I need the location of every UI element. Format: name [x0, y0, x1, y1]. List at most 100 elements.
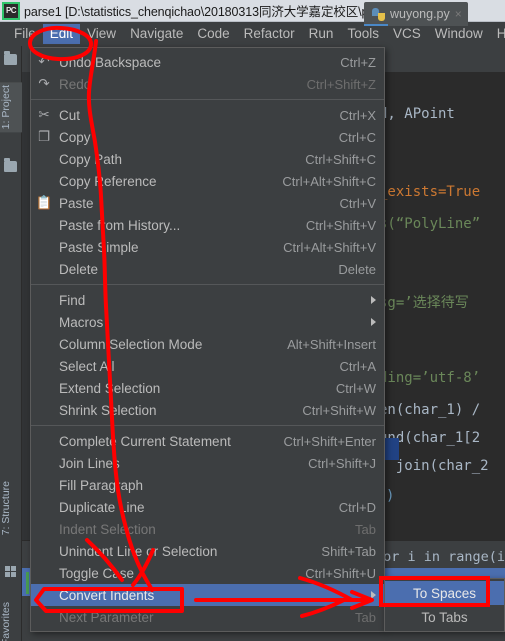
menubar-item-window[interactable]: Window	[428, 24, 490, 44]
menu-item-convert-indents[interactable]: Convert Indents	[31, 584, 384, 606]
menu-item-icon-none	[31, 355, 57, 377]
menu-item-copy-reference[interactable]: Copy Reference Ctrl+Alt+Shift+C	[31, 170, 384, 192]
menu-item-label: Find	[59, 292, 86, 308]
menu-item-join-lines[interactable]: Join Lines Ctrl+Shift+J	[31, 452, 384, 474]
vcs-change-marker	[26, 572, 29, 594]
menubar-item-code[interactable]: Code	[190, 24, 236, 44]
code-line: _exists=True	[379, 184, 481, 200]
menu-item-icon-none	[31, 540, 57, 562]
menu-item-duplicate-line[interactable]: Duplicate Line Ctrl+D	[31, 496, 384, 518]
left-tool-strip: 1: Project 7: Structure Favorites	[0, 46, 22, 641]
menu-item-copy[interactable]: ❐ Copy Ctrl+C	[31, 126, 384, 148]
code-line: d, APoint	[379, 106, 455, 122]
menu-item-find[interactable]: Find	[31, 289, 384, 311]
menubar-item-label: Run	[308, 26, 334, 41]
menubar-item-view[interactable]: View	[80, 24, 123, 44]
menu-item-shortcut: Ctrl+Shift+J	[308, 455, 376, 471]
menu-separator	[31, 284, 384, 285]
menu-item-cut[interactable]: ✂ Cut Ctrl+X	[31, 104, 384, 126]
menu-item-next-parameter[interactable]: Next Parameter Tab	[31, 606, 384, 628]
menu-item-icon-none	[31, 606, 57, 628]
menu-item-icon-none	[31, 430, 57, 452]
menu-item-paste[interactable]: 📋 Paste Ctrl+V	[31, 192, 384, 214]
menu-item-icon-none	[31, 399, 57, 421]
menu-item-toggle-case[interactable]: Toggle Case Ctrl+Shift+U	[31, 562, 384, 584]
menu-item-label: Select All	[59, 358, 115, 374]
menu-item-fill-paragraph[interactable]: Fill Paragraph	[31, 474, 384, 496]
structure-icon	[5, 566, 18, 577]
menu-item-icon-none	[31, 289, 57, 311]
menu-item-paste-from-history[interactable]: Paste from History... Ctrl+Shift+V	[31, 214, 384, 236]
menu-item-label: Shrink Selection	[59, 402, 157, 418]
close-icon[interactable]: ×	[455, 7, 462, 21]
folder-icon	[4, 158, 17, 172]
menu-item-shortcut: Ctrl+Shift+V	[305, 217, 376, 233]
menubar-item-edit[interactable]: Edit	[42, 24, 81, 44]
menu-item-label: Copy Reference	[59, 173, 157, 189]
menu-item-icon-none	[31, 311, 57, 333]
menu-item-label: Copy	[59, 129, 91, 145]
code-line: s(“PolyLine”	[379, 216, 481, 232]
menu-item-redo[interactable]: ↷ Redo Ctrl+Shift+Z	[31, 73, 384, 95]
menubar-item-navigate[interactable]: Navigate	[123, 24, 190, 44]
sidebar-item-favorites[interactable]: Favorites	[0, 599, 22, 641]
menu-item-indent-selection[interactable]: Indent Selection Tab	[31, 518, 384, 540]
menu-item-icon-none	[31, 258, 57, 280]
menu-item-shortcut: Tab	[355, 609, 376, 625]
sidebar-item-label: Favorites	[0, 602, 12, 641]
menu-item-undo-backspace[interactable]: ↶ Undo Backspace Ctrl+Z	[31, 51, 384, 73]
menu-item-shortcut: Tab	[355, 521, 376, 537]
menu-item-delete[interactable]: Delete Delete	[31, 258, 384, 280]
folder-icon	[4, 51, 17, 65]
menu-item-shortcut: Delete	[338, 261, 376, 277]
undo-icon: ↶	[38, 54, 50, 69]
menu-item-unindent-line-or-selection[interactable]: Unindent Line or Selection Shift+Tab	[31, 540, 384, 562]
menubar-item-refactor[interactable]: Refactor	[237, 24, 302, 44]
sidebar-item-label: 1: Project	[0, 85, 12, 130]
sidebar-item-project[interactable]: 1: Project	[0, 82, 22, 133]
menu-item-paste-simple[interactable]: Paste Simple Ctrl+Alt+Shift+V	[31, 236, 384, 258]
menu-item-column-selection-mode[interactable]: Column Selection Mode Alt+Shift+Insert	[31, 333, 384, 355]
cut-icon: ✂	[38, 107, 50, 122]
menu-item-shortcut: Alt+Shift+Insert	[287, 336, 376, 352]
menu-item-shortcut: Ctrl+Alt+Shift+C	[282, 173, 376, 189]
menu-item-macros[interactable]: Macros	[31, 311, 384, 333]
menu-item-copy-path[interactable]: Copy Path Ctrl+Shift+C	[31, 148, 384, 170]
menu-item-extend-selection[interactable]: Extend Selection Ctrl+W	[31, 377, 384, 399]
code-line: )	[386, 488, 395, 504]
menu-item-icon-none	[31, 584, 57, 606]
menu-item-shrink-selection[interactable]: Shrink Selection Ctrl+Shift+W	[31, 399, 384, 421]
menubar-item-help[interactable]: Help	[490, 24, 505, 44]
menu-item-icon-none	[31, 496, 57, 518]
paste-icon: 📋	[35, 195, 53, 210]
menu-item-shortcut: Ctrl+Shift+U	[305, 565, 376, 581]
menu-item-shortcut: Shift+Tab	[321, 543, 376, 559]
menu-item-shortcut: Ctrl+Z	[340, 54, 376, 70]
submenu-item-label: To Spaces	[412, 585, 477, 601]
menu-item-label: Cut	[59, 107, 81, 123]
menu-item-shortcut: Ctrl+Shift+W	[302, 402, 376, 418]
menubar-item-label: Window	[434, 26, 483, 41]
submenu-item-to-spaces[interactable]: To Spaces	[385, 581, 504, 605]
python-file-icon	[372, 7, 385, 21]
menu-item-icon-none	[31, 148, 57, 170]
menubar-item-label: Tools	[347, 26, 379, 41]
menu-item-select-all[interactable]: Select All Ctrl+A	[31, 355, 384, 377]
menu-item-shortcut: Ctrl+A	[339, 358, 376, 374]
menubar-item-file[interactable]: File	[7, 24, 43, 44]
menubar-item-run[interactable]: Run	[302, 24, 341, 44]
menubar-item-tools[interactable]: Tools	[340, 24, 386, 44]
menubar-item-vcs[interactable]: VCS	[386, 24, 428, 44]
convert-indents-submenu[interactable]: To Spaces To Tabs	[384, 578, 505, 632]
menu-item-complete-current-statement[interactable]: Complete Current Statement Ctrl+Shift+Ent…	[31, 430, 384, 452]
menu-separator	[31, 425, 384, 426]
menu-item-label: Unindent Line or Selection	[59, 543, 218, 559]
submenu-item-to-tabs[interactable]: To Tabs	[385, 605, 504, 629]
sidebar-item-structure[interactable]: 7: Structure	[0, 478, 22, 538]
menu-item-label: Copy Path	[59, 151, 123, 167]
menu-separator	[31, 99, 384, 100]
menu-item-label: Paste Simple	[59, 239, 139, 255]
editor-tab-wuyong[interactable]: wuyong.py ×	[364, 2, 468, 26]
menu-item-icon-none	[31, 452, 57, 474]
edit-dropdown-menu[interactable]: ↶ Undo Backspace Ctrl+Z ↷ Redo Ctrl+Shift+Z ✂ C…	[30, 47, 385, 632]
